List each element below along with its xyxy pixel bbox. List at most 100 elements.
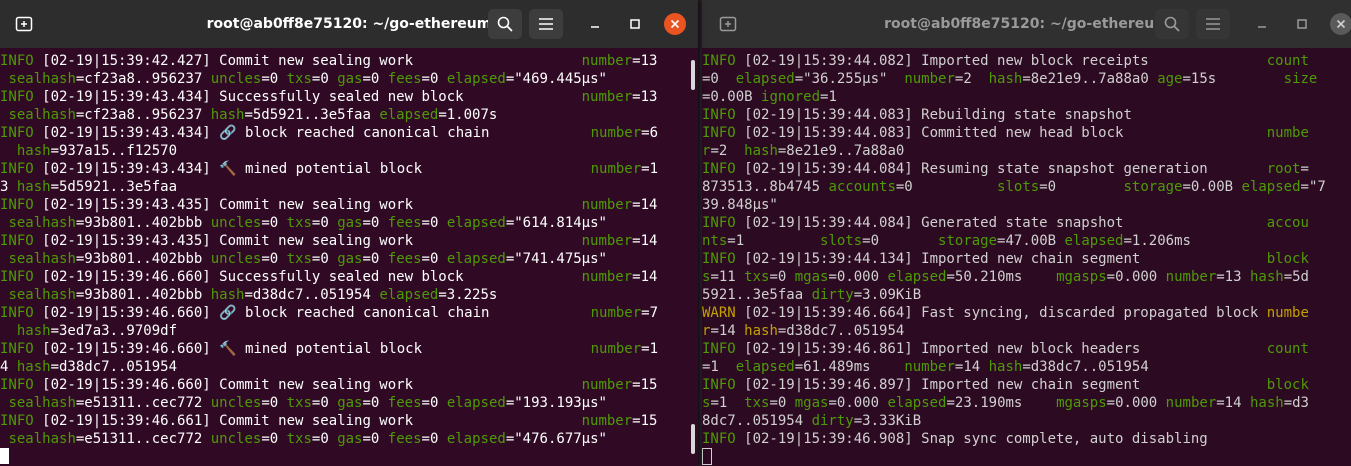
scrollbar-thumb-top[interactable] bbox=[691, 60, 695, 90]
log-line: INFO [02-19|15:39:46.660] Commit new sea… bbox=[0, 376, 698, 394]
log-text: =47.00B bbox=[997, 233, 1065, 249]
log-text: [02-19|15:39:46.660] Successfully sealed… bbox=[33, 269, 582, 285]
log-key: fees bbox=[387, 431, 422, 447]
close-button[interactable] bbox=[664, 13, 686, 35]
titlebar[interactable]: root@ab0ff8e75120: ~/go-ethereum bbox=[702, 0, 1351, 48]
log-key: gas bbox=[337, 71, 363, 87]
log-text: =d38dc7..051954 bbox=[777, 323, 905, 339]
log-text: =0.000 bbox=[828, 395, 888, 411]
minimize-button[interactable] bbox=[585, 14, 605, 34]
log-line: INFO [02-19|15:39:46.897] Imported new c… bbox=[702, 376, 1351, 394]
log-key: numbe bbox=[1266, 125, 1309, 141]
log-key: txs bbox=[286, 431, 312, 447]
menu-button[interactable] bbox=[1196, 9, 1230, 39]
close-icon bbox=[670, 19, 680, 29]
terminal-output[interactable]: INFO [02-19|15:39:44.082] Imported new b… bbox=[702, 48, 1351, 466]
minimize-button[interactable] bbox=[1252, 14, 1272, 34]
log-text: =e51311..cec772 bbox=[75, 431, 211, 447]
log-level: INFO bbox=[702, 53, 736, 69]
log-text: =2 bbox=[710, 143, 745, 159]
log-text: =14 bbox=[632, 233, 658, 249]
log-key: number bbox=[1165, 395, 1217, 411]
log-text: =23.190ms bbox=[946, 395, 1057, 411]
log-text: [02-19|15:39:44.083] Rebuilding state sn… bbox=[735, 107, 1132, 123]
log-text: =0 bbox=[261, 431, 287, 447]
log-text: =0 bbox=[895, 179, 998, 195]
log-key: number bbox=[581, 197, 633, 213]
log-line: INFO [02-19|15:39:44.083] Committed new … bbox=[702, 124, 1351, 142]
close-button[interactable] bbox=[1330, 13, 1351, 35]
log-key: hash bbox=[1249, 395, 1284, 411]
log-line: INFO [02-19|15:39:46.660] 🔗 block reache… bbox=[0, 304, 698, 322]
log-key: gas bbox=[337, 395, 363, 411]
terminal-window-inactive[interactable]: root@ab0ff8e75120: ~/go-ethereum INFO [0… bbox=[702, 0, 1351, 466]
log-line: 39.848µs" bbox=[702, 196, 1351, 214]
log-text: =93b801..402bbb bbox=[75, 251, 211, 267]
log-key: elapsed bbox=[446, 395, 506, 411]
search-button[interactable] bbox=[488, 9, 522, 39]
new-tab-button[interactable] bbox=[712, 8, 744, 40]
log-level: INFO bbox=[702, 125, 736, 141]
log-line: INFO [02-19|15:39:43.435] Commit new sea… bbox=[0, 232, 698, 250]
new-tab-icon bbox=[15, 16, 33, 32]
log-line: INFO [02-19|15:39:43.434] 🔗 block reache… bbox=[0, 124, 698, 142]
log-line: INFO [02-19|15:39:42.427] Commit new sea… bbox=[0, 52, 698, 70]
terminal-window-active[interactable]: root@ab0ff8e75120: ~/go-ethereum INFO [0… bbox=[0, 0, 698, 466]
log-level: numbe bbox=[1266, 305, 1309, 321]
scrollbar-thumb[interactable] bbox=[691, 424, 695, 454]
log-level: INFO bbox=[702, 341, 736, 357]
hamburger-menu-icon bbox=[539, 18, 553, 30]
log-text: =0 bbox=[362, 71, 388, 87]
log-key: number bbox=[581, 233, 633, 249]
log-key: elapsed bbox=[887, 395, 947, 411]
log-key: elapsed bbox=[446, 251, 506, 267]
log-text: =0 bbox=[421, 395, 447, 411]
log-line: INFO [02-19|15:39:44.083] Rebuilding sta… bbox=[702, 106, 1351, 124]
log-key: elapsed bbox=[446, 215, 506, 231]
log-level: INFO bbox=[0, 125, 34, 141]
log-text: [02-19|15:39:46.664] Fast syncing, disca… bbox=[735, 305, 1267, 321]
log-line: sealhash=cf23a8..956237 uncles=0 txs=0 g… bbox=[0, 70, 698, 88]
log-key: block bbox=[1266, 377, 1309, 393]
new-tab-icon bbox=[719, 16, 737, 32]
prompt-line[interactable] bbox=[0, 448, 698, 466]
log-key: uncles bbox=[210, 215, 262, 231]
log-text: =0 bbox=[261, 71, 287, 87]
log-text: [02-19|15:39:43.434] Successfully sealed… bbox=[33, 89, 582, 105]
log-key: txs bbox=[286, 215, 312, 231]
log-text: =d38dc7..051954 bbox=[244, 287, 380, 303]
log-level: INFO bbox=[702, 377, 736, 393]
terminal-output[interactable]: INFO [02-19|15:39:42.427] Commit new sea… bbox=[0, 48, 698, 466]
search-icon bbox=[497, 16, 513, 32]
log-level: INFO bbox=[0, 377, 34, 393]
maximize-button[interactable] bbox=[1292, 14, 1312, 34]
log-key: number bbox=[590, 341, 642, 357]
menu-button[interactable] bbox=[529, 9, 563, 39]
log-key: hash bbox=[210, 107, 245, 123]
log-key: sealhash bbox=[8, 107, 76, 123]
log-line: s=1 txs=0 mgas=0.000 elapsed=23.190ms mg… bbox=[702, 394, 1351, 412]
log-line: sealhash=93b801..402bbb uncles=0 txs=0 g… bbox=[0, 250, 698, 268]
log-text: =1 bbox=[727, 233, 821, 249]
new-tab-button[interactable] bbox=[8, 8, 40, 40]
log-level: INFO bbox=[0, 197, 34, 213]
search-button[interactable] bbox=[1155, 9, 1189, 39]
log-line: INFO [02-19|15:39:44.084] Generated stat… bbox=[702, 214, 1351, 232]
log-key: elapsed bbox=[735, 71, 795, 87]
log-line: 4 hash=d38dc7..051954 bbox=[0, 358, 698, 376]
text-cursor bbox=[702, 448, 712, 465]
log-text: =14 bbox=[632, 269, 658, 285]
log-key: number bbox=[590, 125, 642, 141]
log-text: =8e21e9..7a88a0 bbox=[777, 143, 905, 159]
log-text: =0 bbox=[311, 431, 338, 447]
titlebar[interactable]: root@ab0ff8e75120: ~/go-ethereum bbox=[0, 0, 698, 48]
prompt-line[interactable] bbox=[702, 448, 1351, 466]
log-key: slots bbox=[820, 233, 863, 249]
log-key: hash bbox=[988, 71, 1023, 87]
log-text: =0 bbox=[311, 71, 338, 87]
log-key: txs bbox=[286, 71, 312, 87]
log-text: 5921..3e5faa bbox=[702, 287, 812, 303]
maximize-button[interactable] bbox=[625, 14, 645, 34]
log-key: number bbox=[581, 269, 633, 285]
log-key: number bbox=[581, 413, 633, 429]
